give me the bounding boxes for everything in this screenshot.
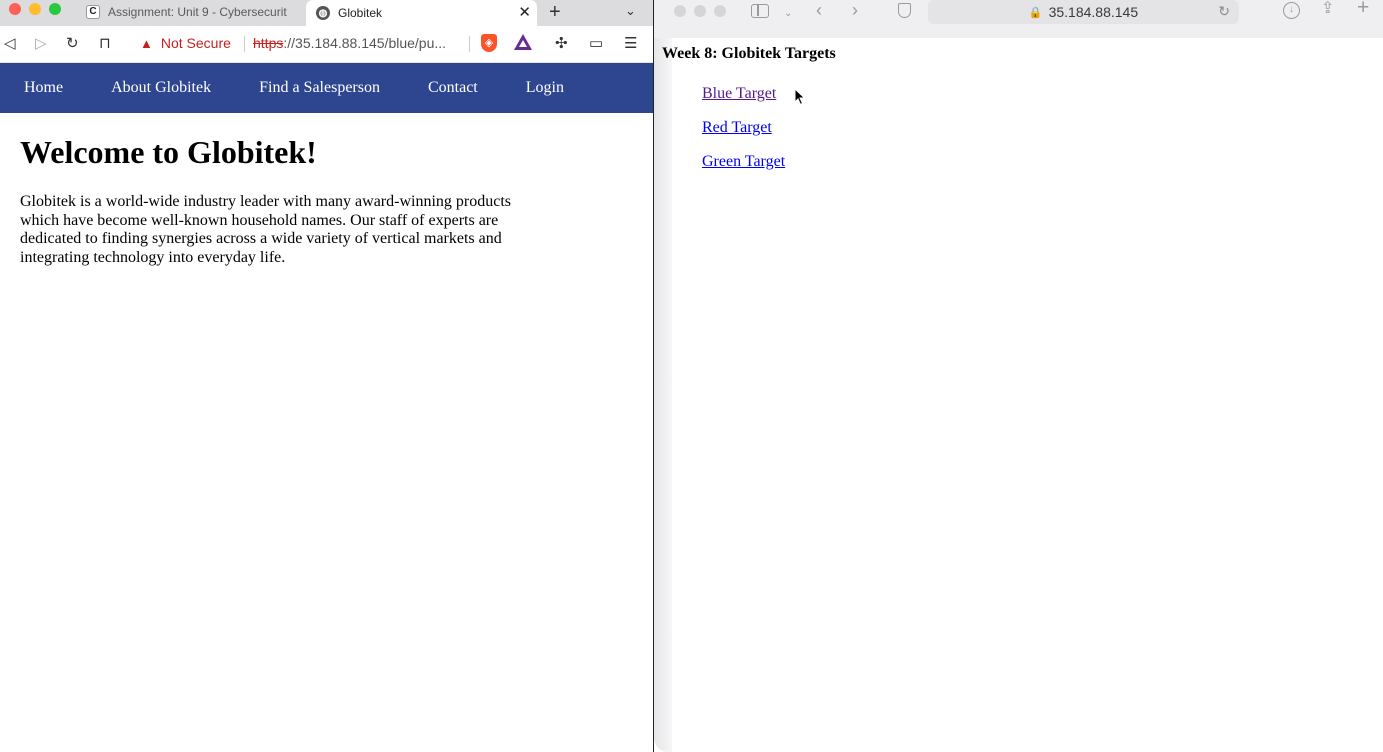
extensions-icon[interactable]: ✣	[555, 35, 568, 53]
green-target-link[interactable]: Green Target	[702, 152, 785, 171]
tab-assignment[interactable]: C Assignment: Unit 9 - Cybersecurit	[80, 0, 306, 23]
nav-find-salesperson[interactable]: Find a Salesperson	[235, 63, 404, 113]
intro-paragraph: Globitek is a world-wide industry leader…	[20, 193, 511, 266]
back-icon[interactable]: ‹	[816, 1, 822, 19]
address-bar[interactable]: https://35.184.88.145/blue/pu...	[253, 35, 446, 51]
blue-target-link[interactable]: Blue Target	[702, 84, 785, 103]
lock-icon: 🔒	[1028, 6, 1043, 19]
right-browser-window: ⌄ ‹ › 🔒 35.184.88.145 ↻ ↓ ⇪ + Week 8: Gl…	[654, 0, 1383, 752]
tab-title: Globitek	[338, 6, 383, 20]
browser-toolbar: ◁ ▷ ↻ ⊓ ▲ Not Secure https://35.184.88.1…	[0, 26, 653, 63]
back-icon[interactable]: ◁	[4, 35, 16, 53]
nav-login[interactable]: Login	[502, 63, 588, 113]
address-bar[interactable]: 🔒 35.184.88.145 ↻	[928, 0, 1239, 24]
chevron-down-icon[interactable]: ⌄	[625, 3, 636, 19]
forward-icon[interactable]: ▷	[35, 35, 47, 53]
page-title: Welcome to Globitek!	[20, 134, 317, 170]
window-minimize-button[interactable]	[29, 3, 41, 15]
address-text: 35.184.88.145	[1048, 4, 1139, 20]
nav-contact[interactable]: Contact	[404, 63, 502, 113]
window-minimize-button[interactable]	[694, 5, 706, 17]
safari-toolbar: ⌄ ‹ › 🔒 35.184.88.145 ↻ ↓ ⇪ +	[654, 0, 1383, 38]
window-close-button[interactable]	[674, 5, 686, 17]
download-icon[interactable]: ↓	[1283, 2, 1300, 19]
site-navigation: Home About Globitek Find a Salesperson C…	[0, 63, 653, 113]
canvas-favicon-icon: C	[86, 4, 100, 19]
reload-icon[interactable]: ↻	[66, 35, 79, 53]
reload-icon[interactable]: ↻	[1218, 3, 1230, 20]
url-divider	[469, 36, 470, 52]
sidebar-shadow	[654, 38, 672, 752]
not-secure-label: Not Secure	[160, 35, 231, 51]
warning-icon: ▲	[140, 35, 153, 51]
menu-icon[interactable]: ☰	[624, 35, 637, 53]
wallet-icon[interactable]: ▭	[589, 35, 603, 53]
security-indicator[interactable]: ▲ Not Secure	[140, 35, 231, 51]
share-icon[interactable]: ⇪	[1321, 0, 1334, 18]
site-main-content: Welcome to Globitek! Globitek is a world…	[20, 134, 520, 267]
brave-rewards-icon[interactable]	[514, 34, 532, 50]
url-divider	[244, 36, 245, 52]
targets-heading: Week 8: Globitek Targets	[662, 45, 836, 62]
globe-icon: ◍	[316, 6, 330, 20]
red-target-link[interactable]: Red Target	[702, 118, 785, 137]
bookmark-icon[interactable]: ⊓	[99, 35, 111, 53]
chevron-down-icon[interactable]: ⌄	[784, 5, 792, 23]
targets-list: Blue Target Red Target Green Target	[702, 84, 785, 186]
brave-shields-icon[interactable]: ◈	[481, 34, 497, 52]
tab-bar: C Assignment: Unit 9 - Cybersecurit ◍ Gl…	[0, 0, 653, 26]
left-browser-window: C Assignment: Unit 9 - Cybersecurit ◍ Gl…	[0, 0, 653, 752]
new-tab-icon[interactable]: +	[1357, 0, 1369, 18]
tab-globitek[interactable]: ◍ Globitek ✕	[306, 0, 537, 26]
forward-icon[interactable]: ›	[852, 1, 858, 19]
url-path: ://35.184.88.145/blue/pu...	[283, 35, 447, 51]
nav-home[interactable]: Home	[0, 63, 87, 113]
page-content: Week 8: Globitek Targets Blue Target Red…	[654, 38, 1383, 752]
close-tab-icon[interactable]: ✕	[518, 3, 531, 21]
window-close-button[interactable]	[9, 3, 21, 15]
privacy-shield-icon[interactable]	[898, 3, 911, 18]
tab-title: Assignment: Unit 9 - Cybersecurit	[108, 4, 287, 19]
nav-about[interactable]: About Globitek	[87, 63, 235, 113]
sidebar-icon[interactable]	[751, 4, 769, 18]
url-scheme: https	[253, 35, 284, 51]
window-maximize-button[interactable]	[49, 3, 61, 15]
new-tab-icon[interactable]: +	[549, 1, 561, 24]
window-maximize-button[interactable]	[714, 5, 726, 17]
